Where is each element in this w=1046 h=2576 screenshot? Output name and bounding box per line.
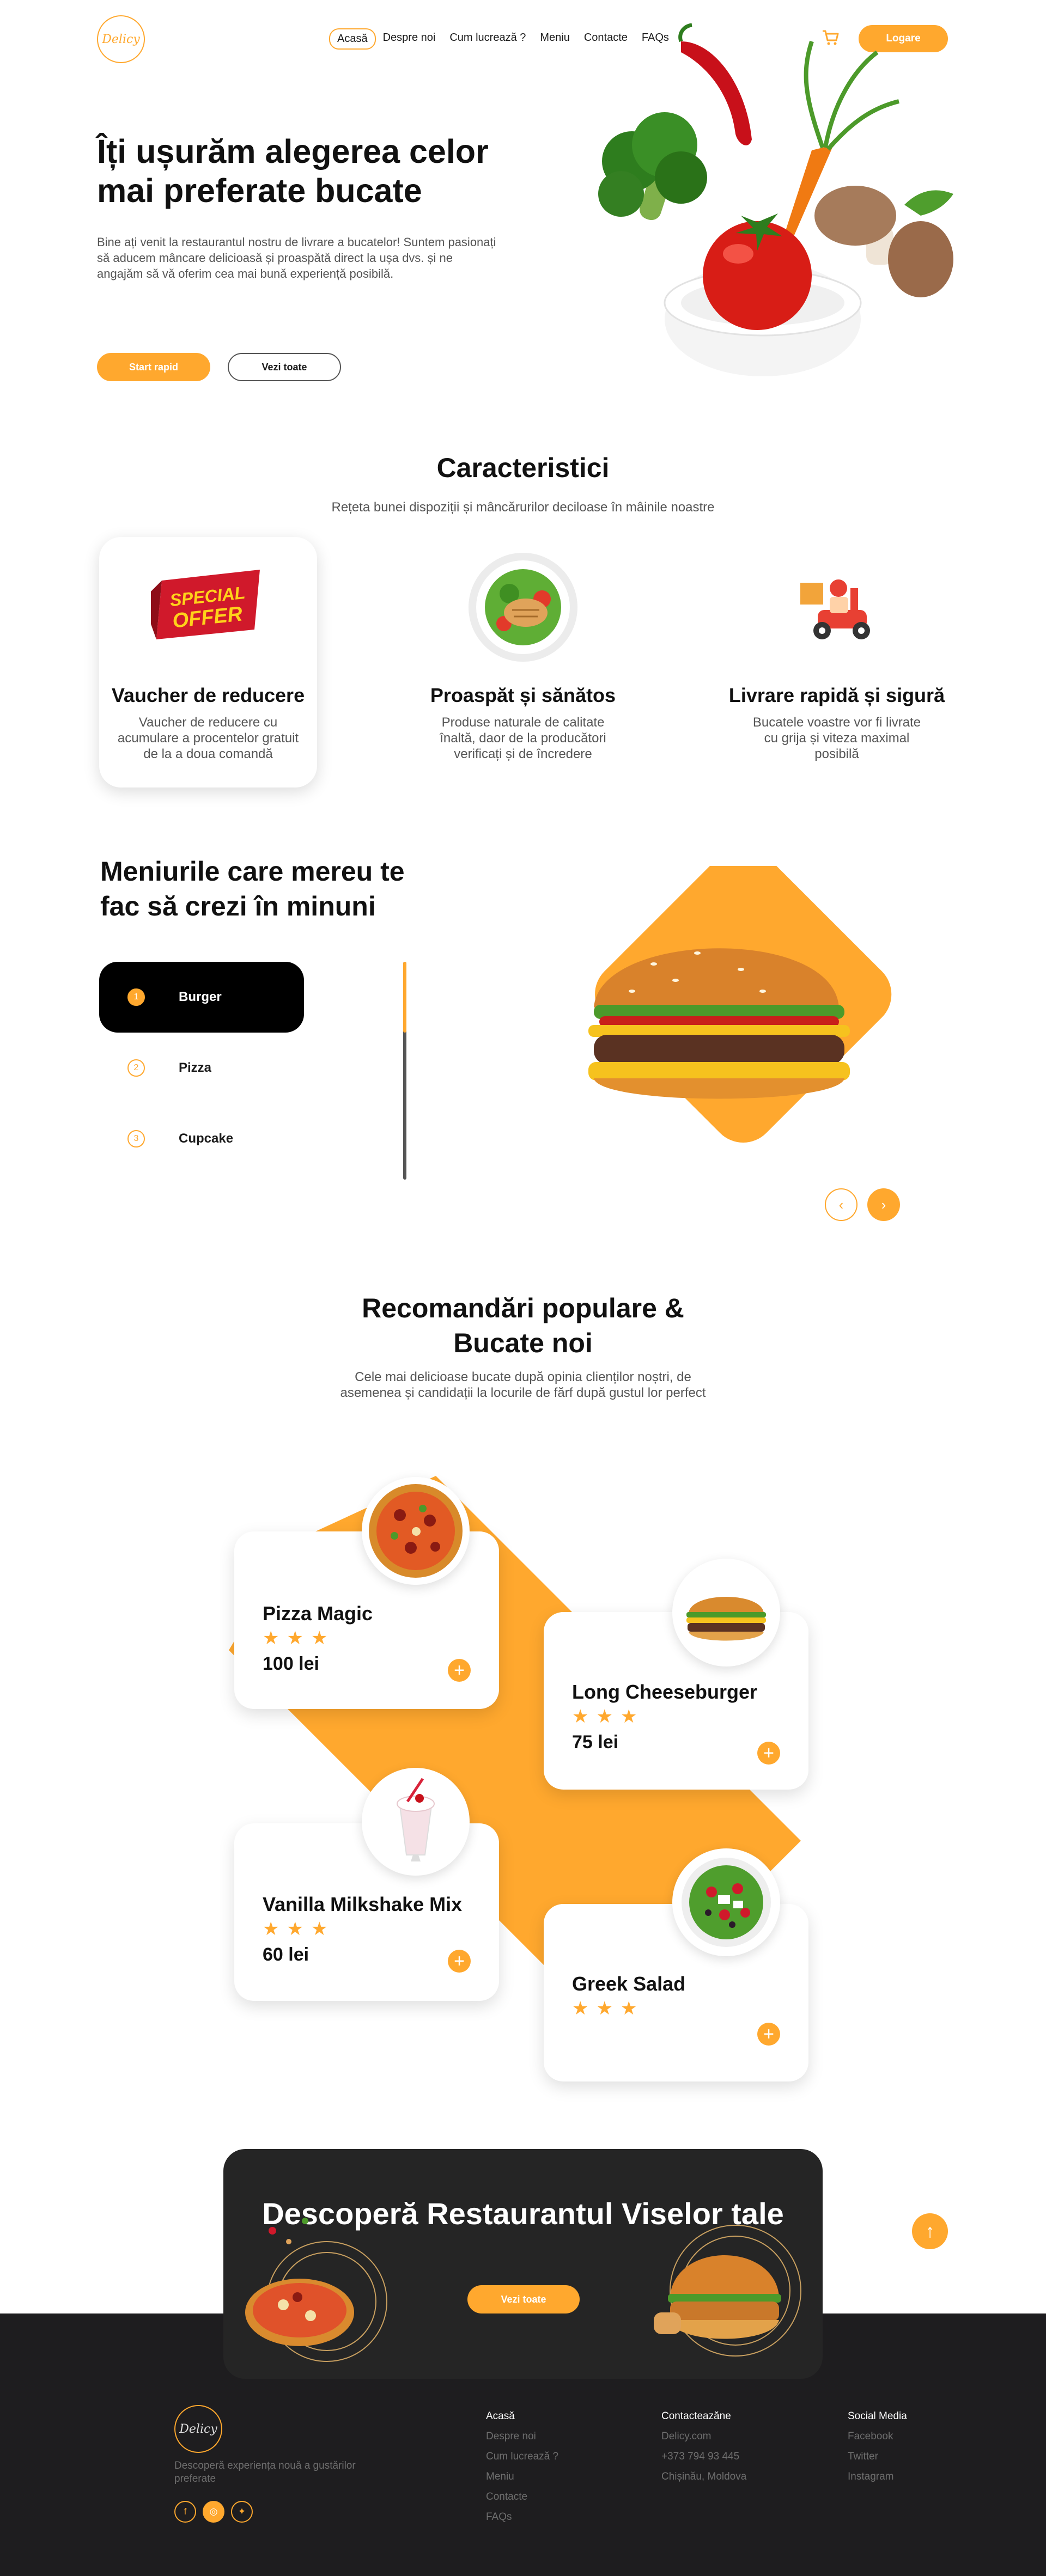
footer-link[interactable]: Twitter: [848, 2446, 907, 2467]
feature-text: Bucatele voastre vor fi livrate cu grija…: [752, 715, 921, 761]
special-offer-badge: SPECIAL OFFER: [151, 570, 260, 639]
rating-stars: ★★★: [572, 1706, 645, 1727]
pizza-icon: [369, 1484, 463, 1578]
footer-link[interactable]: Meniu: [486, 2467, 558, 2487]
menu-item-number: 3: [127, 1130, 145, 1147]
cta-view-all-button[interactable]: Vezi toate: [467, 2285, 580, 2313]
nav-item-home[interactable]: Acasă: [329, 28, 376, 50]
feature-card-voucher[interactable]: SPECIAL OFFER Vaucher de reducere Vauche…: [99, 537, 317, 788]
footer-link: Chișinău, Moldova: [661, 2471, 747, 2482]
footer-link[interactable]: FAQs: [486, 2507, 558, 2527]
menu-item-label: Pizza: [179, 1060, 212, 1075]
footer-tagline: Descoperă experiența nouă a gustărilor p…: [174, 2460, 356, 2485]
footer-link[interactable]: Instagram: [848, 2467, 907, 2487]
menu-prev-button[interactable]: ‹: [825, 1188, 858, 1221]
popular-title: Recomandări populare & Bucate noi: [362, 1293, 684, 1358]
footer-link[interactable]: Delicy.com: [661, 2426, 746, 2446]
menu-item-number: 2: [127, 1059, 145, 1077]
footer-link[interactable]: Despre noi: [486, 2426, 558, 2446]
product-price: 100 lei: [263, 1653, 319, 1674]
nav-item-menu[interactable]: Meniu: [533, 28, 576, 50]
footer-link[interactable]: Contacte: [486, 2487, 558, 2507]
milkshake-image: [362, 1768, 470, 1876]
cta-banner: Descoperă Restaurantul Viselor tale Vezi…: [223, 2149, 823, 2379]
features-title: Caracteristici: [436, 453, 610, 483]
add-to-cart-button[interactable]: +: [448, 1659, 471, 1682]
footer-column-heading: Contacteazăne: [661, 2410, 731, 2422]
nav-item-about[interactable]: Despre noi: [376, 28, 443, 50]
feature-card-delivery[interactable]: Livrare rapidă și sigură Bucatele voastr…: [728, 537, 946, 788]
footer-column-home: Acasă Despre noi Cum lucrează ? Meniu Co…: [486, 2406, 558, 2527]
menu-item-pizza[interactable]: 2 Pizza: [99, 1033, 304, 1103]
salad-icon: [682, 1858, 771, 1947]
hero-description: Bine ați venit la restaurantul nostru de…: [97, 235, 496, 280]
feature-text: Vaucher de reducere cu acumulare a proce…: [117, 715, 299, 761]
menu-item-label: Burger: [179, 990, 222, 1004]
feature-title: Livrare rapidă și sigură: [728, 684, 945, 706]
menu-item-cupcake[interactable]: 3 Cupcake: [99, 1103, 304, 1174]
footer-link[interactable]: Cum lucrează ?: [486, 2446, 558, 2467]
feature-title: Vaucher de reducere: [111, 684, 305, 706]
footer-column-heading: Social Media: [848, 2410, 907, 2422]
start-button[interactable]: Start rapid: [97, 353, 210, 381]
menu-item-burger[interactable]: 1 Burger: [99, 962, 304, 1033]
burger-image: [588, 866, 892, 1143]
hero-title: Îți ușurăm alegerea celor mai preferate …: [97, 133, 489, 209]
footer-column-heading[interactable]: Acasă: [486, 2406, 558, 2426]
cheeseburger-image: [672, 1559, 780, 1667]
footer-link[interactable]: +373 794 93 445: [661, 2446, 746, 2467]
twitter-icon[interactable]: ✦: [231, 2501, 253, 2523]
greek-salad-image: [672, 1848, 780, 1956]
chevron-right-icon: ›: [881, 1196, 886, 1213]
rating-stars: ★★★: [263, 1919, 336, 1939]
add-to-cart-button[interactable]: +: [757, 2023, 780, 2046]
feature-text: Produse naturale de calitate înaltă, dao…: [440, 715, 606, 761]
product-price: 60 lei: [263, 1944, 309, 1965]
features-subtitle: Rețeta bunei dispoziții și mâncărurilor …: [331, 500, 715, 515]
salad-plate-image: [469, 553, 577, 662]
rating-stars: ★★★: [572, 1998, 645, 2019]
popular-subtitle: Cele mai delicioase bucate după opinia c…: [340, 1370, 706, 1400]
arrow-up-icon: ↑: [925, 2220, 935, 2242]
footer-column-contact: Contacteazăne Delicy.com +373 794 93 445…: [661, 2406, 746, 2487]
feature-card-fresh[interactable]: Proaspăt și sănătos Produse naturale de …: [414, 537, 632, 788]
menu-section-title: Meniurile care mereu te fac să crezi în …: [100, 856, 405, 921]
product-price: 75 lei: [572, 1732, 619, 1753]
footer-logo[interactable]: Delicy: [174, 2405, 222, 2453]
menu-next-button[interactable]: ›: [867, 1188, 900, 1221]
menu-scroll-thumb[interactable]: [403, 962, 406, 1033]
view-all-button[interactable]: Vezi toate: [228, 353, 341, 381]
facebook-icon[interactable]: f: [174, 2501, 196, 2523]
footer-link[interactable]: Facebook: [848, 2426, 907, 2446]
menu-item-label: Cupcake: [179, 1131, 234, 1146]
chevron-left-icon: ‹: [838, 1196, 844, 1213]
footer-column-social: Social Media Facebook Twitter Instagram: [848, 2406, 907, 2487]
add-to-cart-button[interactable]: +: [757, 1742, 780, 1765]
add-to-cart-button[interactable]: +: [448, 1950, 471, 1973]
burger-icon: [686, 1597, 766, 1641]
delivery-scooter-icon: [800, 579, 870, 639]
cta-pizza-image: [245, 2218, 387, 2362]
instagram-icon[interactable]: ◎: [203, 2501, 224, 2523]
menu-item-number: 1: [127, 988, 145, 1006]
nav-item-how-it-works[interactable]: Cum lucrează ?: [442, 28, 533, 50]
rating-stars: ★★★: [263, 1628, 336, 1649]
milkshake-icon: [397, 1778, 435, 1861]
logo[interactable]: Delicy: [97, 15, 145, 63]
feature-title: Proaspăt și sănătos: [430, 684, 616, 706]
product-name: Pizza Magic: [263, 1602, 373, 1625]
product-name: Greek Salad: [572, 1973, 686, 1995]
pizza-image: [362, 1477, 470, 1585]
product-name: Long Cheeseburger: [572, 1681, 758, 1703]
product-name: Vanilla Milkshake Mix: [263, 1893, 463, 1915]
back-to-top-button[interactable]: ↑: [912, 2213, 948, 2249]
cta-burger-image: [654, 2225, 801, 2357]
hero-vegetables-image: [598, 23, 953, 376]
